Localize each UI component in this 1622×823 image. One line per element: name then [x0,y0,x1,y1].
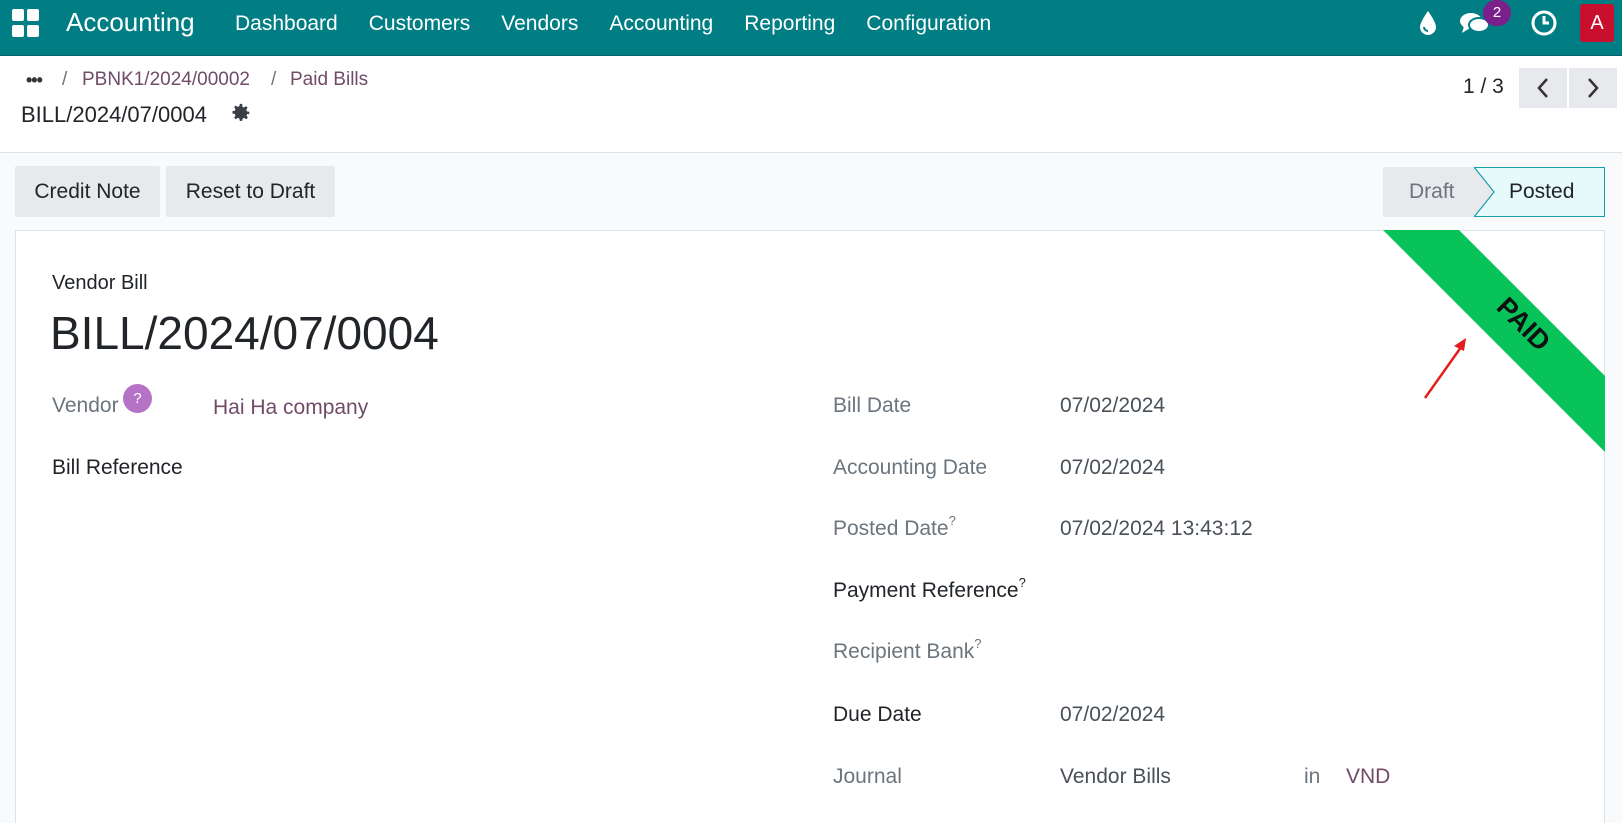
pager-next-button[interactable] [1569,68,1617,108]
bill-date-label: Bill Date [833,394,912,417]
journal-label: Journal [833,765,902,788]
menu-accounting[interactable]: Accounting [609,12,713,36]
breadcrumb-separator: / [62,69,68,90]
breadcrumb-paid-bills[interactable]: Paid Bills [290,69,368,91]
accounting-date-label: Accounting Date [833,456,988,479]
gear-icon[interactable] [230,102,252,124]
reset-to-draft-button[interactable]: Reset to Draft [166,166,335,217]
vendor-field[interactable]: Hai Ha company [213,396,368,420]
chevron-right-icon [1588,78,1599,98]
document-type: Vendor Bill [52,272,148,294]
posted-date-label: Posted Date? [833,513,956,540]
breadcrumb-more-icon[interactable]: ••• [26,70,43,91]
document-name: BILL/2024/07/0004 [50,307,439,359]
stage-arrow [1474,167,1495,217]
stage-draft[interactable]: Draft [1383,167,1475,217]
bill-reference-label: Bill Reference [52,456,183,479]
control-panel: ••• / PBNK1/2024/00002 / Paid Bills BILL… [0,56,1622,153]
top-navbar: Accounting Dashboard Customers Vendors A… [0,0,1622,56]
menu-dashboard[interactable]: Dashboard [235,12,338,36]
annotation-arrow [1423,338,1466,399]
messages-badge: 2 [1483,0,1511,26]
vendor-help-icon[interactable]: ? [123,384,152,413]
menu-vendors[interactable]: Vendors [501,12,578,36]
due-date-label: Due Date [833,703,922,726]
menu-configuration[interactable]: Configuration [866,12,991,36]
clock-icon[interactable] [1530,9,1558,37]
menu-customers[interactable]: Customers [369,12,471,36]
posted-date-field: 07/02/2024 13:43:12 [1060,517,1253,540]
due-date-field[interactable]: 07/02/2024 [1060,703,1165,727]
chevron-left-icon [1537,78,1548,98]
posted-date-help-icon[interactable]: ? [949,513,956,528]
paid-ribbon [1383,230,1605,452]
currency-field[interactable]: VND [1346,765,1390,789]
bill-date-field[interactable]: 07/02/2024 [1060,394,1165,418]
journal-in-label: in [1304,765,1321,788]
payment-reference-label: Payment Reference? [833,575,1026,602]
drop-icon[interactable] [1417,9,1439,37]
menu-reporting[interactable]: Reporting [744,12,835,36]
credit-note-button[interactable]: Credit Note [15,166,160,217]
vendor-label: Vendor [52,394,119,417]
user-avatar[interactable]: A [1580,4,1614,42]
apps-menu-icon[interactable] [12,9,40,37]
record-title: BILL/2024/07/0004 [21,102,207,127]
payment-reference-help-icon[interactable]: ? [1019,575,1026,590]
breadcrumb-payment[interactable]: PBNK1/2024/00002 [82,69,250,91]
main-menu: Dashboard Customers Vendors Accounting R… [235,12,1022,36]
accounting-date-field[interactable]: 07/02/2024 [1060,456,1165,480]
recipient-bank-help-icon[interactable]: ? [974,636,981,651]
journal-field[interactable]: Vendor Bills [1060,765,1171,789]
breadcrumb-separator: / [271,69,277,90]
recipient-bank-label: Recipient Bank? [833,636,982,663]
app-brand[interactable]: Accounting [66,7,195,38]
pager-previous-button[interactable] [1519,68,1567,108]
pager-value[interactable]: 1 / 3 [1463,75,1504,99]
